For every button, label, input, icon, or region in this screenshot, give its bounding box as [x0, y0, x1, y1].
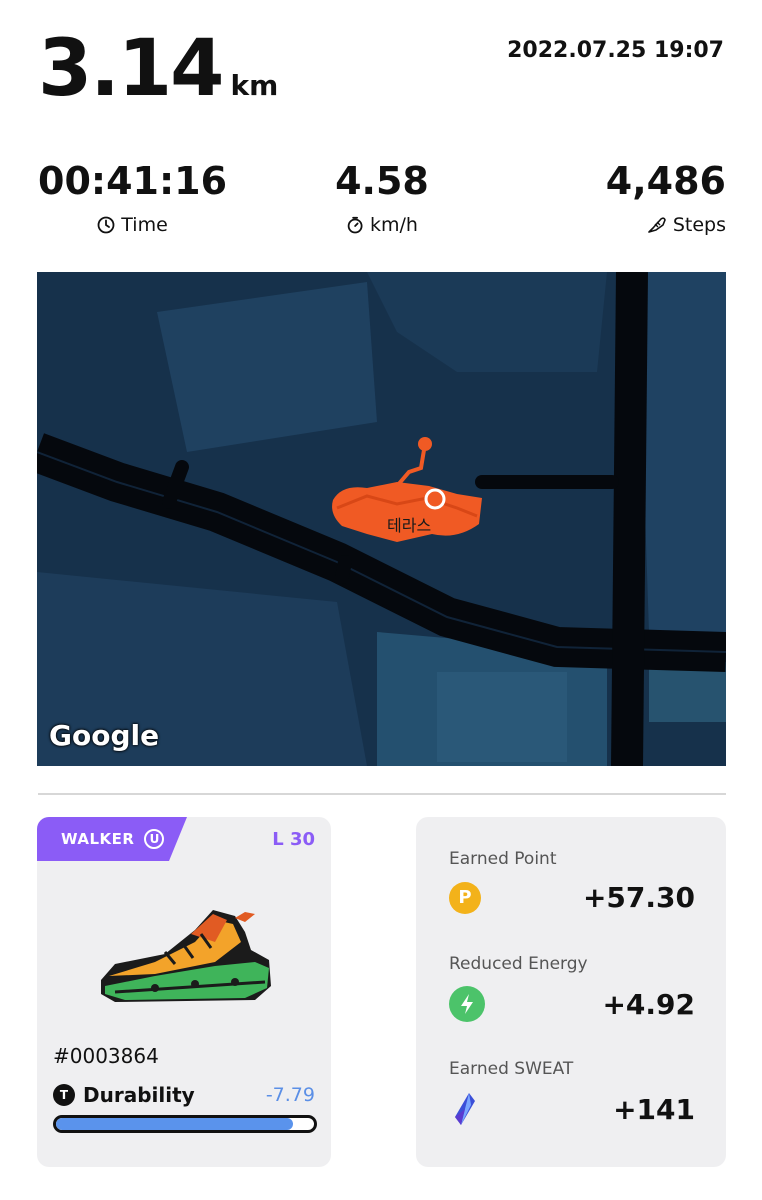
- sneaker-image: [101, 910, 271, 1002]
- point-row: P +57.30: [449, 881, 695, 914]
- energy-row: +4.92: [449, 986, 695, 1022]
- stat-steps: 4,486 Steps: [606, 162, 726, 236]
- sneaker-type-tab: WALKER U: [37, 817, 187, 861]
- point-coin-icon: P: [449, 881, 481, 914]
- sweat-crystal-icon: [455, 1093, 475, 1125]
- reward-sweat: Earned SWEAT +141: [449, 1059, 695, 1127]
- durability-change: -7.79: [265, 1084, 315, 1106]
- sneaker-card[interactable]: WALKER U L 30 #0003864 T Durability -7.7…: [37, 817, 331, 1167]
- sweat-row: +141: [449, 1091, 695, 1127]
- distance-display: 3.14 km: [38, 30, 278, 108]
- stat-time: 00:41:16 Time: [38, 162, 227, 236]
- workout-datetime: 2022.07.25 19:07: [507, 38, 724, 63]
- map-place-label: 테라스: [387, 516, 432, 535]
- distance-unit: km: [230, 69, 279, 102]
- speed-value: 4.58: [335, 159, 429, 203]
- durability-bar: [53, 1115, 317, 1133]
- stats-row: 00:41:16 Time 4.58 km/h 4,486 Steps: [38, 162, 726, 242]
- stat-speed: 4.58 km/h: [335, 162, 429, 236]
- durability-row: T Durability -7.79: [53, 1083, 315, 1107]
- time-label-row: Time: [97, 214, 168, 236]
- steps-label-row: Steps: [647, 214, 726, 236]
- energy-label: Reduced Energy: [449, 954, 588, 974]
- durability-icon: T: [53, 1084, 75, 1106]
- energy-value: +4.92: [602, 987, 695, 1021]
- sneaker-type: WALKER: [61, 830, 135, 848]
- stopwatch-icon: [347, 216, 363, 234]
- speed-label-row: km/h: [346, 214, 418, 236]
- time-value: 00:41:16: [38, 159, 228, 203]
- time-label: Time: [121, 214, 168, 236]
- sweat-label: Earned SWEAT: [449, 1059, 574, 1079]
- section-divider: [38, 793, 726, 795]
- rewards-card: Earned Point P +57.30 Reduced Energy +4.…: [416, 817, 726, 1167]
- reward-energy: Reduced Energy +4.92: [449, 954, 695, 1022]
- steps-label: Steps: [672, 214, 726, 236]
- footprint-icon: [648, 217, 666, 233]
- durability-label: Durability: [83, 1083, 195, 1107]
- point-label: Earned Point: [449, 849, 557, 869]
- steps-value: 4,486: [605, 159, 726, 203]
- sneaker-id: #0003864: [53, 1044, 159, 1068]
- durability-bar-fill: [56, 1118, 294, 1130]
- lightning-icon: [449, 986, 485, 1022]
- sweat-value: +141: [613, 1092, 695, 1126]
- clock-icon: [97, 216, 115, 234]
- distance-value: 3.14: [38, 24, 224, 114]
- sneaker-level: L 30: [272, 829, 315, 850]
- point-value: +57.30: [582, 881, 695, 914]
- map-canvas: [37, 272, 726, 766]
- route-map[interactable]: 테라스 Google: [37, 272, 726, 766]
- reward-point: Earned Point P +57.30: [449, 849, 695, 914]
- google-logo: Google: [49, 719, 160, 752]
- uncommon-badge-icon: U: [144, 829, 165, 849]
- speed-label: km/h: [370, 214, 418, 236]
